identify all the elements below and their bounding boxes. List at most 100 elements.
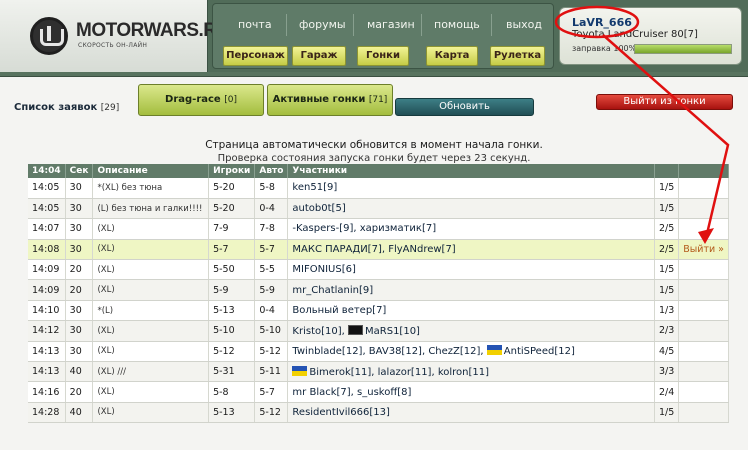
- cell-description: (XL): [92, 381, 210, 403]
- cell-participants[interactable]: MIFONIUS[6]: [287, 259, 655, 281]
- username[interactable]: LaVR_666: [572, 16, 632, 29]
- nav-link-help[interactable]: помощь: [434, 18, 480, 31]
- table-row[interactable]: 14:07 30 (XL) 7-9 7-8 -Kaspers-[9], харизмати…: [28, 218, 729, 240]
- cell-participants[interactable]: МАКС ПАРАДИ[7], FlyANdrew[7]: [287, 239, 655, 261]
- column-header-action: [678, 164, 729, 178]
- cell-sec: 30: [65, 341, 94, 363]
- table-row[interactable]: 14:16 20 (XL) 5-8 5-7 mr Black[7], s_uskoff[8…: [28, 381, 729, 403]
- cell-players: 5-10: [208, 320, 256, 342]
- refresh-button[interactable]: Обновить: [395, 98, 534, 116]
- cell-participants[interactable]: ken51[9]: [287, 178, 655, 199]
- cell-participants[interactable]: autob0t[5]: [287, 198, 655, 220]
- table-header-row: 14:04 Сек Описание Игроки Авто Участники: [28, 164, 729, 178]
- cell-time: 14:12: [28, 320, 66, 342]
- cell-count: 2/3: [654, 320, 680, 342]
- site-header: MOTORWARS.RU СКОРОСТЬ ОН-ЛАЙН почта фору…: [0, 0, 748, 72]
- motorwars-logo-icon: [30, 17, 68, 55]
- participant-name[interactable]: MaRS1[10]: [365, 326, 420, 337]
- cell-sec: 30: [65, 320, 94, 342]
- participant-name[interactable]: Bimerok[11], lalazor[11], kolron[11]: [309, 367, 489, 378]
- tab-drag-race-count: [0]: [224, 95, 237, 105]
- nav-button-roulette[interactable]: Рулетка: [490, 46, 545, 66]
- race-rows: 14:05 30 *(XL) без тюна 5-20 5-8 ken51[9] 1/5 1…: [28, 178, 729, 424]
- cell-description: (XL): [92, 259, 210, 281]
- fuel-label: заправка 100%: [572, 44, 637, 53]
- table-row[interactable]: 14:08 30 (XL) 5-7 5-7 МАКС ПАРАДИ[7], FlyANdr…: [28, 239, 729, 261]
- cell-players: 7-9: [208, 218, 256, 240]
- cell-description: *(XL) без тюна: [92, 178, 210, 199]
- logo[interactable]: MOTORWARS.RU СКОРОСТЬ ОН-ЛАЙН: [0, 0, 230, 72]
- cell-description: (L) без тюна и галки!!!!: [92, 198, 210, 220]
- fuel-progress-fill: [635, 45, 731, 53]
- table-row[interactable]: 14:28 40 (XL) 5-13 5-12 ResidentIvil666[13] 1/…: [28, 402, 729, 424]
- ukraine-flag-icon: [486, 345, 502, 356]
- cell-description: (XL) ///: [92, 361, 210, 383]
- table-row[interactable]: 14:13 40 (XL) ///5-31 5-11 Bimerok[11], lala…: [28, 361, 729, 383]
- table-row[interactable]: 14:12 30 (XL) 5-10 5-10 Kristo[10], MaRS1[10]…: [28, 320, 729, 342]
- cell-players: 5-13: [208, 300, 256, 322]
- leave-race-link[interactable]: Выйти »: [678, 239, 729, 261]
- participant-name[interactable]: AntiSPeed[12]: [504, 346, 575, 357]
- nav-button-map[interactable]: Карта: [426, 46, 478, 66]
- table-row[interactable]: 14:05 30 *(XL) без тюна 5-20 5-8 ken51[9] 1/5: [28, 178, 729, 199]
- cell-description: (XL): [92, 239, 210, 261]
- nav-link-forums[interactable]: форумы: [299, 18, 346, 31]
- cell-sec: 30: [65, 218, 94, 240]
- cell-players: 5-20: [208, 198, 256, 220]
- cell-time: 14:07: [28, 218, 66, 240]
- logo-title: MOTORWARS.RU: [76, 20, 230, 41]
- cell-participants[interactable]: -Kaspers-[9], харизматик[7]: [287, 218, 655, 240]
- cell-count: 1/5: [654, 198, 680, 220]
- cell-auto: 5-7: [254, 239, 289, 261]
- nav-button-garage[interactable]: Гараж: [292, 46, 346, 66]
- tab-drag-race[interactable]: Drag-race [0]: [138, 84, 264, 116]
- cell-participants[interactable]: mr Black[7], s_uskoff[8]: [287, 381, 655, 403]
- column-header-sec: Сек: [65, 164, 94, 178]
- table-row[interactable]: 14:10 30 *(L) 5-13 0-4 Вольный ветер[7] 1/3: [28, 300, 729, 322]
- cell-auto: 5-10: [254, 320, 289, 342]
- table-row[interactable]: 14:13 30 (XL) 5-12 5-12 Twinblade[12], BAV38[…: [28, 341, 729, 363]
- cell-time: 14:16: [28, 381, 66, 403]
- nav-button-races[interactable]: Гонки: [357, 46, 409, 66]
- cell-sec: 20: [65, 259, 94, 281]
- cell-action: [678, 259, 729, 281]
- cell-description: (XL): [92, 279, 210, 301]
- cell-time: 14:10: [28, 300, 66, 322]
- cell-auto: 5-5: [254, 259, 289, 281]
- cell-participants[interactable]: Kristo[10], MaRS1[10]: [287, 320, 655, 342]
- cell-action: [678, 198, 729, 220]
- cell-players: 5-31: [208, 361, 256, 383]
- cell-participants[interactable]: ResidentIvil666[13]: [287, 402, 655, 424]
- current-car[interactable]: Toyota LandCruiser 80[7]: [572, 29, 698, 40]
- participant-name[interactable]: Twinblade[12], BAV38[12], ChezZ[12],: [292, 346, 486, 357]
- cell-auto: 5-8: [254, 178, 289, 199]
- cell-time: 14:13: [28, 341, 66, 363]
- cell-time: 14:09: [28, 279, 66, 301]
- column-header-description: Описание: [92, 164, 210, 178]
- tab-active-races-label: Активные гонки: [272, 94, 366, 105]
- tab-active-races-count: [71]: [368, 95, 388, 105]
- list-count: [29]: [100, 103, 120, 113]
- nav-link-shop[interactable]: магазин: [367, 18, 415, 31]
- cell-action: [678, 341, 729, 363]
- fuel-progress-bar: [634, 44, 732, 54]
- nav-link-exit[interactable]: выход: [506, 18, 542, 31]
- nav-link-mail[interactable]: почта: [238, 18, 272, 31]
- cell-participants[interactable]: Twinblade[12], BAV38[12], ChezZ[12], Ant…: [287, 341, 655, 363]
- cell-participants[interactable]: Bimerok[11], lalazor[11], kolron[11]: [287, 361, 655, 383]
- participant-name[interactable]: Kristo[10],: [292, 326, 348, 337]
- cell-participants[interactable]: mr_Chatlanin[9]: [287, 279, 655, 301]
- cell-participants[interactable]: Вольный ветер[7]: [287, 300, 655, 322]
- cell-time: 14:05: [28, 178, 66, 199]
- cell-players: 5-13: [208, 402, 256, 424]
- exit-race-button[interactable]: Выйти из гонки: [596, 94, 733, 110]
- nav-button-character[interactable]: Персонаж: [223, 46, 288, 66]
- cell-sec: 30: [65, 178, 94, 199]
- table-row[interactable]: 14:05 30 (L) без тюна и галки!!!! 5-20 0-4 au…: [28, 198, 729, 220]
- table-row[interactable]: 14:09 20 (XL) 5-50 5-5 MIFONIUS[6] 1/5: [28, 259, 729, 281]
- table-row[interactable]: 14:09 20 (XL) 5-9 5-9 mr_Chatlanin[9] 1/5: [28, 279, 729, 301]
- column-header-participants: Участники: [287, 164, 655, 178]
- tab-active-races[interactable]: Активные гонки [71]: [267, 84, 393, 116]
- main-navigation: почта форумы магазин помощь выход Персон…: [212, 3, 554, 69]
- cell-action: [678, 218, 729, 240]
